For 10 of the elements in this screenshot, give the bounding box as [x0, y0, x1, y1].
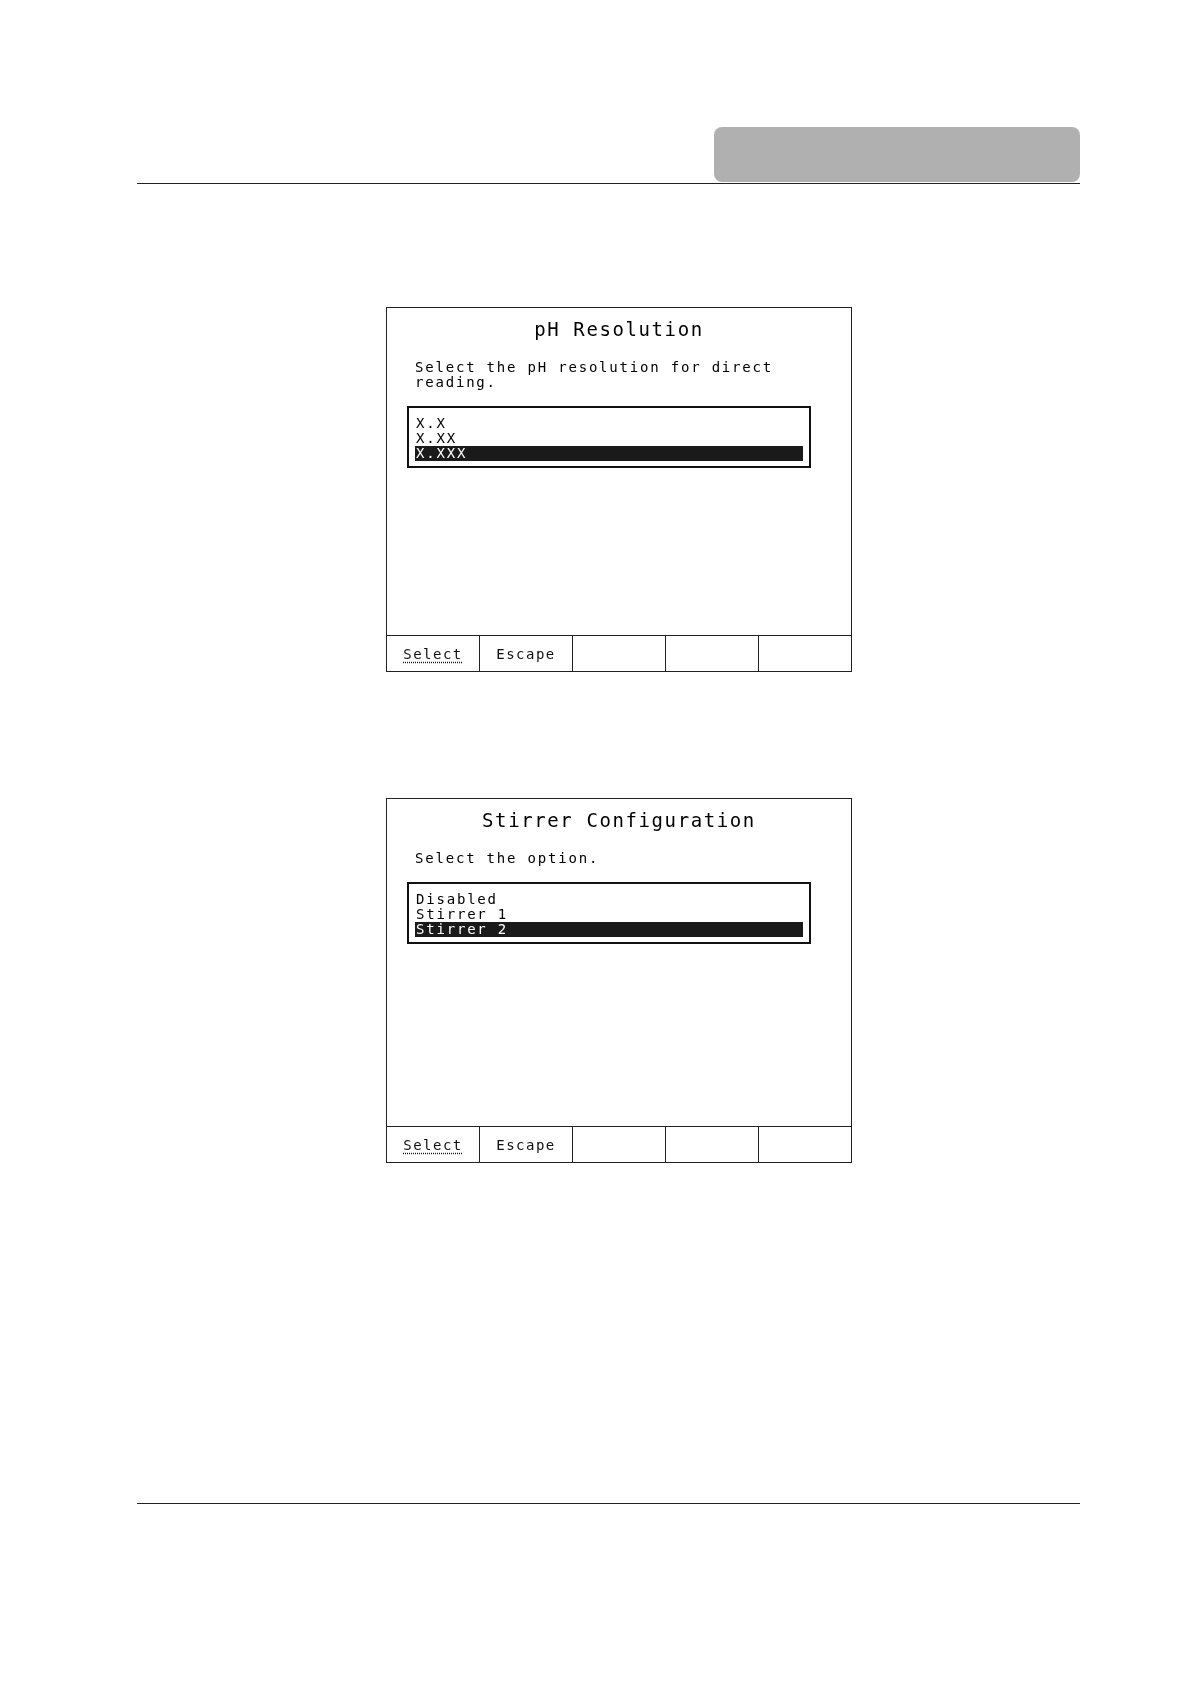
screen-title: pH Resolution — [533, 318, 705, 340]
option-item[interactable]: Stirrer 1 — [415, 907, 803, 922]
option-item[interactable]: X.XX — [415, 431, 803, 446]
option-item[interactable]: Stirrer 2 — [415, 922, 803, 937]
prompt-text: Select the option. — [415, 851, 601, 866]
option-item[interactable]: X.XXX — [415, 446, 803, 461]
prompt-text: Select the pH resolution for direct reading. — [415, 360, 774, 390]
option-item[interactable]: Disabled — [415, 892, 803, 907]
option-item[interactable]: X.X — [415, 416, 803, 431]
screen-title: Stirrer Configuration — [481, 809, 757, 831]
